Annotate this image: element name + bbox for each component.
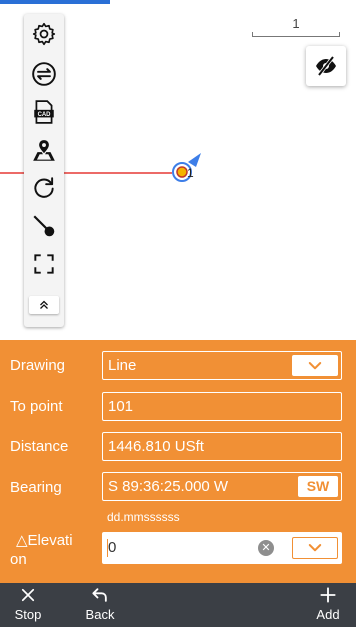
elevation-value: 0 (108, 539, 117, 556)
drawing-select[interactable]: Line (102, 351, 342, 380)
fullscreen-icon (34, 254, 54, 274)
map-canvas[interactable]: 1 1 CAD (0, 0, 356, 340)
point-label: 1 (187, 166, 194, 180)
add-button[interactable]: Add (310, 583, 346, 627)
elevation-dropdown-button[interactable] (292, 537, 338, 559)
clear-icon[interactable]: ✕ (258, 540, 274, 556)
collapse-toolbar-button[interactable] (24, 286, 64, 324)
heading-arrow (188, 153, 201, 167)
survey-form: Drawing Line To point 101 Distance 1446.… (0, 340, 356, 583)
stop-button[interactable]: Stop (10, 583, 46, 627)
back-button[interactable]: Back (80, 583, 120, 627)
refresh-icon (34, 177, 54, 198)
add-label: Add (316, 607, 340, 622)
swap-button[interactable] (24, 56, 64, 92)
distance-field[interactable]: 1446.810 USft (102, 432, 342, 461)
to-point-field[interactable]: 101 (102, 392, 342, 421)
collapse-up-icon (40, 300, 48, 309)
line-to-point-button[interactable] (24, 208, 64, 244)
elevation-label-line1: △Elevati (16, 532, 73, 549)
bearing-quadrant-button[interactable]: SW (298, 476, 338, 497)
map-pin-icon (33, 140, 55, 161)
drawing-label: Drawing (10, 357, 66, 374)
undo-arrow-icon (90, 583, 110, 607)
cad-text: CAD (38, 112, 52, 118)
drawing-value: Line (108, 357, 137, 374)
bearing-field[interactable]: S 89:36:25.000 W SW (102, 472, 342, 501)
distance-label: Distance (10, 438, 69, 455)
fullscreen-button[interactable] (24, 246, 64, 282)
elevation-label-line2: on (10, 551, 27, 568)
gear-icon (32, 22, 56, 46)
bottom-action-bar: Stop Back Add (0, 583, 356, 627)
visibility-off-icon (316, 55, 336, 77)
scale-bar: 1 (250, 16, 342, 38)
settings-button[interactable] (24, 16, 64, 52)
visibility-toggle-button[interactable] (306, 46, 346, 86)
refresh-button[interactable] (24, 170, 64, 206)
stop-label: Stop (14, 607, 42, 622)
line-to-point-icon (33, 215, 55, 237)
map-location-button[interactable] (24, 133, 64, 169)
swap-icon (32, 62, 56, 86)
bearing-format-hint: dd.mmssssss (107, 510, 180, 524)
close-icon (19, 583, 37, 607)
cad-button[interactable]: CAD (24, 94, 64, 130)
scale-label: 1 (292, 16, 300, 31)
map-toolbar: CAD (24, 14, 64, 327)
cad-file-icon: CAD (34, 100, 54, 124)
scale-bar-ruler (252, 32, 340, 37)
point-marker[interactable] (176, 166, 188, 178)
chevron-down-icon (308, 544, 322, 552)
chevron-down-icon (308, 361, 322, 369)
back-label: Back (85, 607, 115, 622)
bearing-label: Bearing (10, 479, 62, 496)
to-point-label: To point (10, 398, 63, 415)
plus-icon (318, 583, 338, 607)
drawing-dropdown-button[interactable] (292, 355, 338, 376)
elevation-input[interactable]: 0 ✕ (102, 532, 342, 564)
elevation-label: △Elevati on (10, 531, 73, 569)
bearing-value: S 89:36:25.000 W (108, 478, 229, 495)
